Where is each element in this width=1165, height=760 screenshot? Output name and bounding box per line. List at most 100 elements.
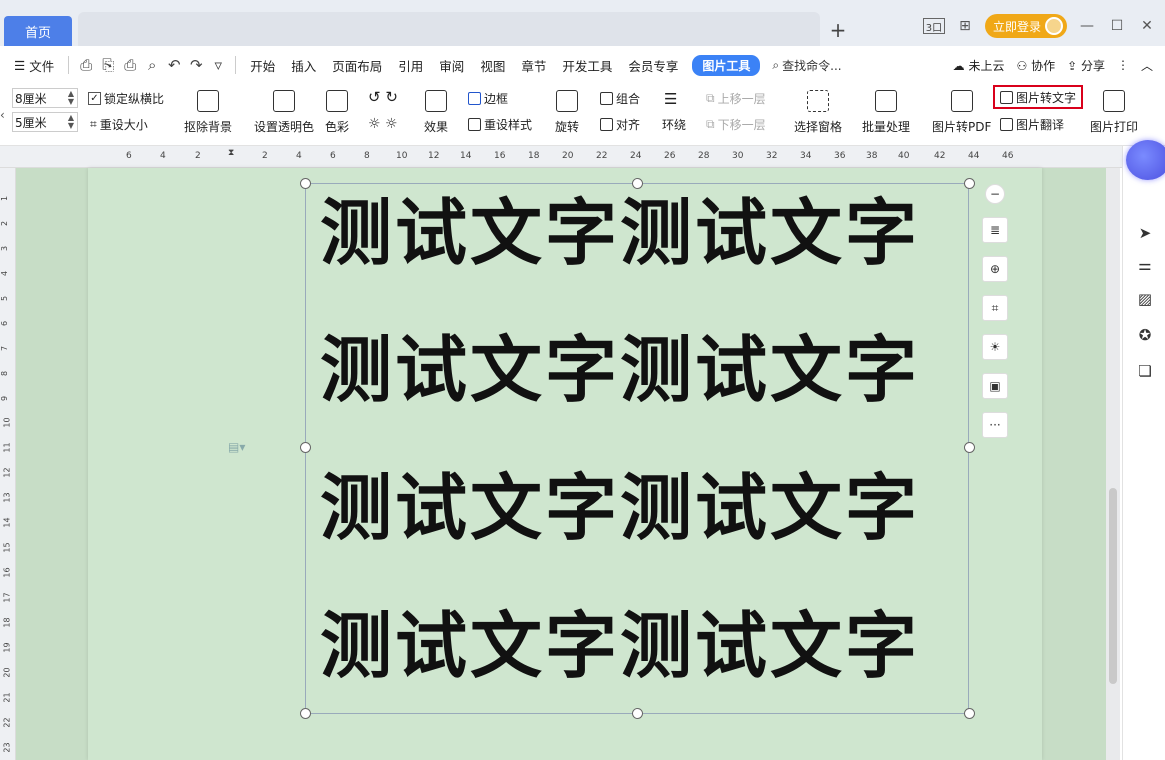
redo-icon[interactable]: ↷ [185,56,207,74]
more-tools-icon[interactable]: ··· [982,412,1008,438]
vertical-scrollbar[interactable] [1106,168,1120,760]
send-backward-label: 下移一层 [717,118,766,132]
cloud-status[interactable]: ☁ 未上云 [953,57,1005,74]
border-icon [468,92,481,105]
wrap-button[interactable]: 环绕 [662,116,686,133]
book-search-icon[interactable]: ❏ [1135,362,1155,380]
scrollbar-thumb[interactable] [1109,488,1117,684]
collaborate-button[interactable]: ⚇ 协作 [1017,57,1056,74]
picture-to-text-button[interactable]: 图片转文字 [993,85,1084,109]
new-tab-button[interactable]: + [826,18,850,42]
menu-references[interactable]: 引用 [390,56,431,75]
menu-insert[interactable]: 插入 [283,56,324,75]
horizontal-ruler[interactable]: 6 4 2 ⧗ 2 4 6 8 10 12 14 16 18 20 22 24 … [0,146,1165,168]
collapse-ribbon-icon[interactable]: ︿ [1141,57,1153,74]
select-cursor-icon[interactable]: ➤ [1135,224,1155,242]
resize-handle-bottom[interactable] [632,708,643,719]
command-search-label: 查找命令... [782,58,842,73]
crop-icon[interactable]: ⌗ [982,295,1008,321]
height-spinner[interactable]: 8厘米 ▲ ▼ [12,88,78,108]
print-icon[interactable]: ⎙ [119,56,141,74]
paragraph-anchor-icon[interactable]: ▤▾ [228,440,245,454]
login-button[interactable]: 立即登录 [984,14,1067,38]
bulb-icon[interactable]: ☀ [982,334,1008,360]
lock-ratio-checkbox[interactable]: ✓ 锁定纵横比 [88,90,164,107]
resize-handle-top-right[interactable] [964,178,975,189]
color-button[interactable]: 色彩 [325,90,349,135]
menu-section[interactable]: 章节 [513,56,554,75]
effects-badge-icon[interactable]: ✪ [1135,326,1155,344]
document-canvas[interactable]: ▤▾ 测试文字测试文字 测试文字测试文字 测试文字测试文字 测试文字测试文字 −… [16,168,1120,760]
tab-document[interactable] [78,12,820,46]
avatar [1045,17,1063,35]
brightness-icon[interactable]: ☼ ☼ [368,116,398,132]
layout-options-icon[interactable]: ≣ [982,217,1008,243]
export-icon[interactable]: ⎘ [97,56,119,74]
reset-style-button[interactable]: 重设样式 [468,116,532,133]
wrap-icon[interactable]: ☰ [664,90,677,108]
maximize-icon[interactable]: ☐ [1107,18,1127,34]
send-backward-button[interactable]: ⧉ 下移一层 [706,116,766,133]
resize-handle-bottom-left[interactable] [300,708,311,719]
ribbon-scroll-left-icon[interactable]: ‹ [0,108,5,122]
rotate-button[interactable]: 旋转 [555,90,579,135]
minimize-icon[interactable]: — [1077,18,1097,34]
bring-forward-button[interactable]: ⧉ 上移一层 [706,90,766,107]
hamburger-icon: ☰ [14,57,26,73]
menu-member[interactable]: 会员专享 [620,56,686,75]
file-menu[interactable]: ☰ 文件 [0,56,62,75]
menu-developer[interactable]: 开发工具 [554,56,620,75]
rotate-left-icon[interactable]: ↺ ↻ [368,88,398,106]
quick-access-more-icon[interactable]: ▿ [207,56,229,74]
resize-handle-top[interactable] [632,178,643,189]
tab-home[interactable]: 首页 [4,16,72,46]
close-icon[interactable]: ✕ [1137,18,1157,34]
ai-assistant-icon[interactable] [1126,140,1165,180]
group-button[interactable]: 组合 [600,90,640,107]
menu-review[interactable]: 审阅 [431,56,472,75]
adjust-sliders-icon[interactable]: ⚌ [1135,256,1155,274]
batch-process-button[interactable]: 批量处理 [862,90,910,135]
share-button[interactable]: ⇪ 分享 [1067,57,1105,74]
resize-handle-left[interactable] [300,442,311,453]
document-page[interactable]: ▤▾ 测试文字测试文字 测试文字测试文字 测试文字测试文字 测试文字测试文字 −… [88,168,1042,760]
command-search[interactable]: ⌕ 查找命令... [772,57,841,74]
remove-background-button[interactable]: 抠除背景 [184,90,232,135]
collapse-toolbar-icon[interactable]: − [985,184,1005,204]
border-button[interactable]: 边框 [468,90,508,107]
menu-page-layout[interactable]: 页面布局 [324,56,390,75]
ruler-tick: 24 [630,151,642,161]
divider [235,56,237,74]
view-mode-icon[interactable]: 3口 [922,18,945,34]
image-text-line: 测试文字测试文字 [320,604,921,688]
more-options-icon[interactable]: ⋮ [1117,58,1129,72]
resize-handle-top-left[interactable] [300,178,311,189]
align-button[interactable]: 对齐 [600,116,640,133]
picture-to-pdf-button[interactable]: 图片转PDF [932,90,991,135]
undo-icon[interactable]: ↶ [163,56,185,74]
wrap-label: 环绕 [662,118,687,132]
zoom-in-icon[interactable]: ⊕ [982,256,1008,282]
vruler-tick: 7 [0,345,10,352]
rotate-icon [556,90,578,112]
resize-handle-bottom-right[interactable] [964,708,975,719]
preview-icon[interactable]: ⌕ [141,56,163,74]
vruler-tick: 21 [2,692,12,703]
menu-picture-tools[interactable]: 图片工具 [692,54,761,76]
width-spinner[interactable]: 5厘米 ▲ ▼ [12,112,78,132]
picture-to-text-float-icon[interactable]: ▣ [982,373,1008,399]
save-icon[interactable]: ⎙ [75,56,97,74]
resize-handle-right[interactable] [964,442,975,453]
apps-grid-icon[interactable]: ⊞ [955,18,975,34]
reset-size-button[interactable]: ⌗ 重设大小 [90,116,148,133]
indent-marker-icon[interactable]: ⧗ [228,148,234,158]
menu-start[interactable]: 开始 [242,56,283,75]
vertical-ruler[interactable]: 1 2 3 4 5 6 7 8 9 10 11 12 13 14 15 16 1… [0,168,16,760]
menu-view[interactable]: 视图 [472,56,513,75]
picture-translate-button[interactable]: 图片翻译 [1000,116,1064,133]
selection-pane-button[interactable]: 选择窗格 [794,90,842,135]
set-transparent-button[interactable]: 设置透明色 [254,90,314,135]
picture-icon[interactable]: ▨ [1135,290,1155,308]
picture-print-button[interactable]: 图片打印 [1090,90,1138,135]
effects-button[interactable]: 效果 [424,90,448,135]
